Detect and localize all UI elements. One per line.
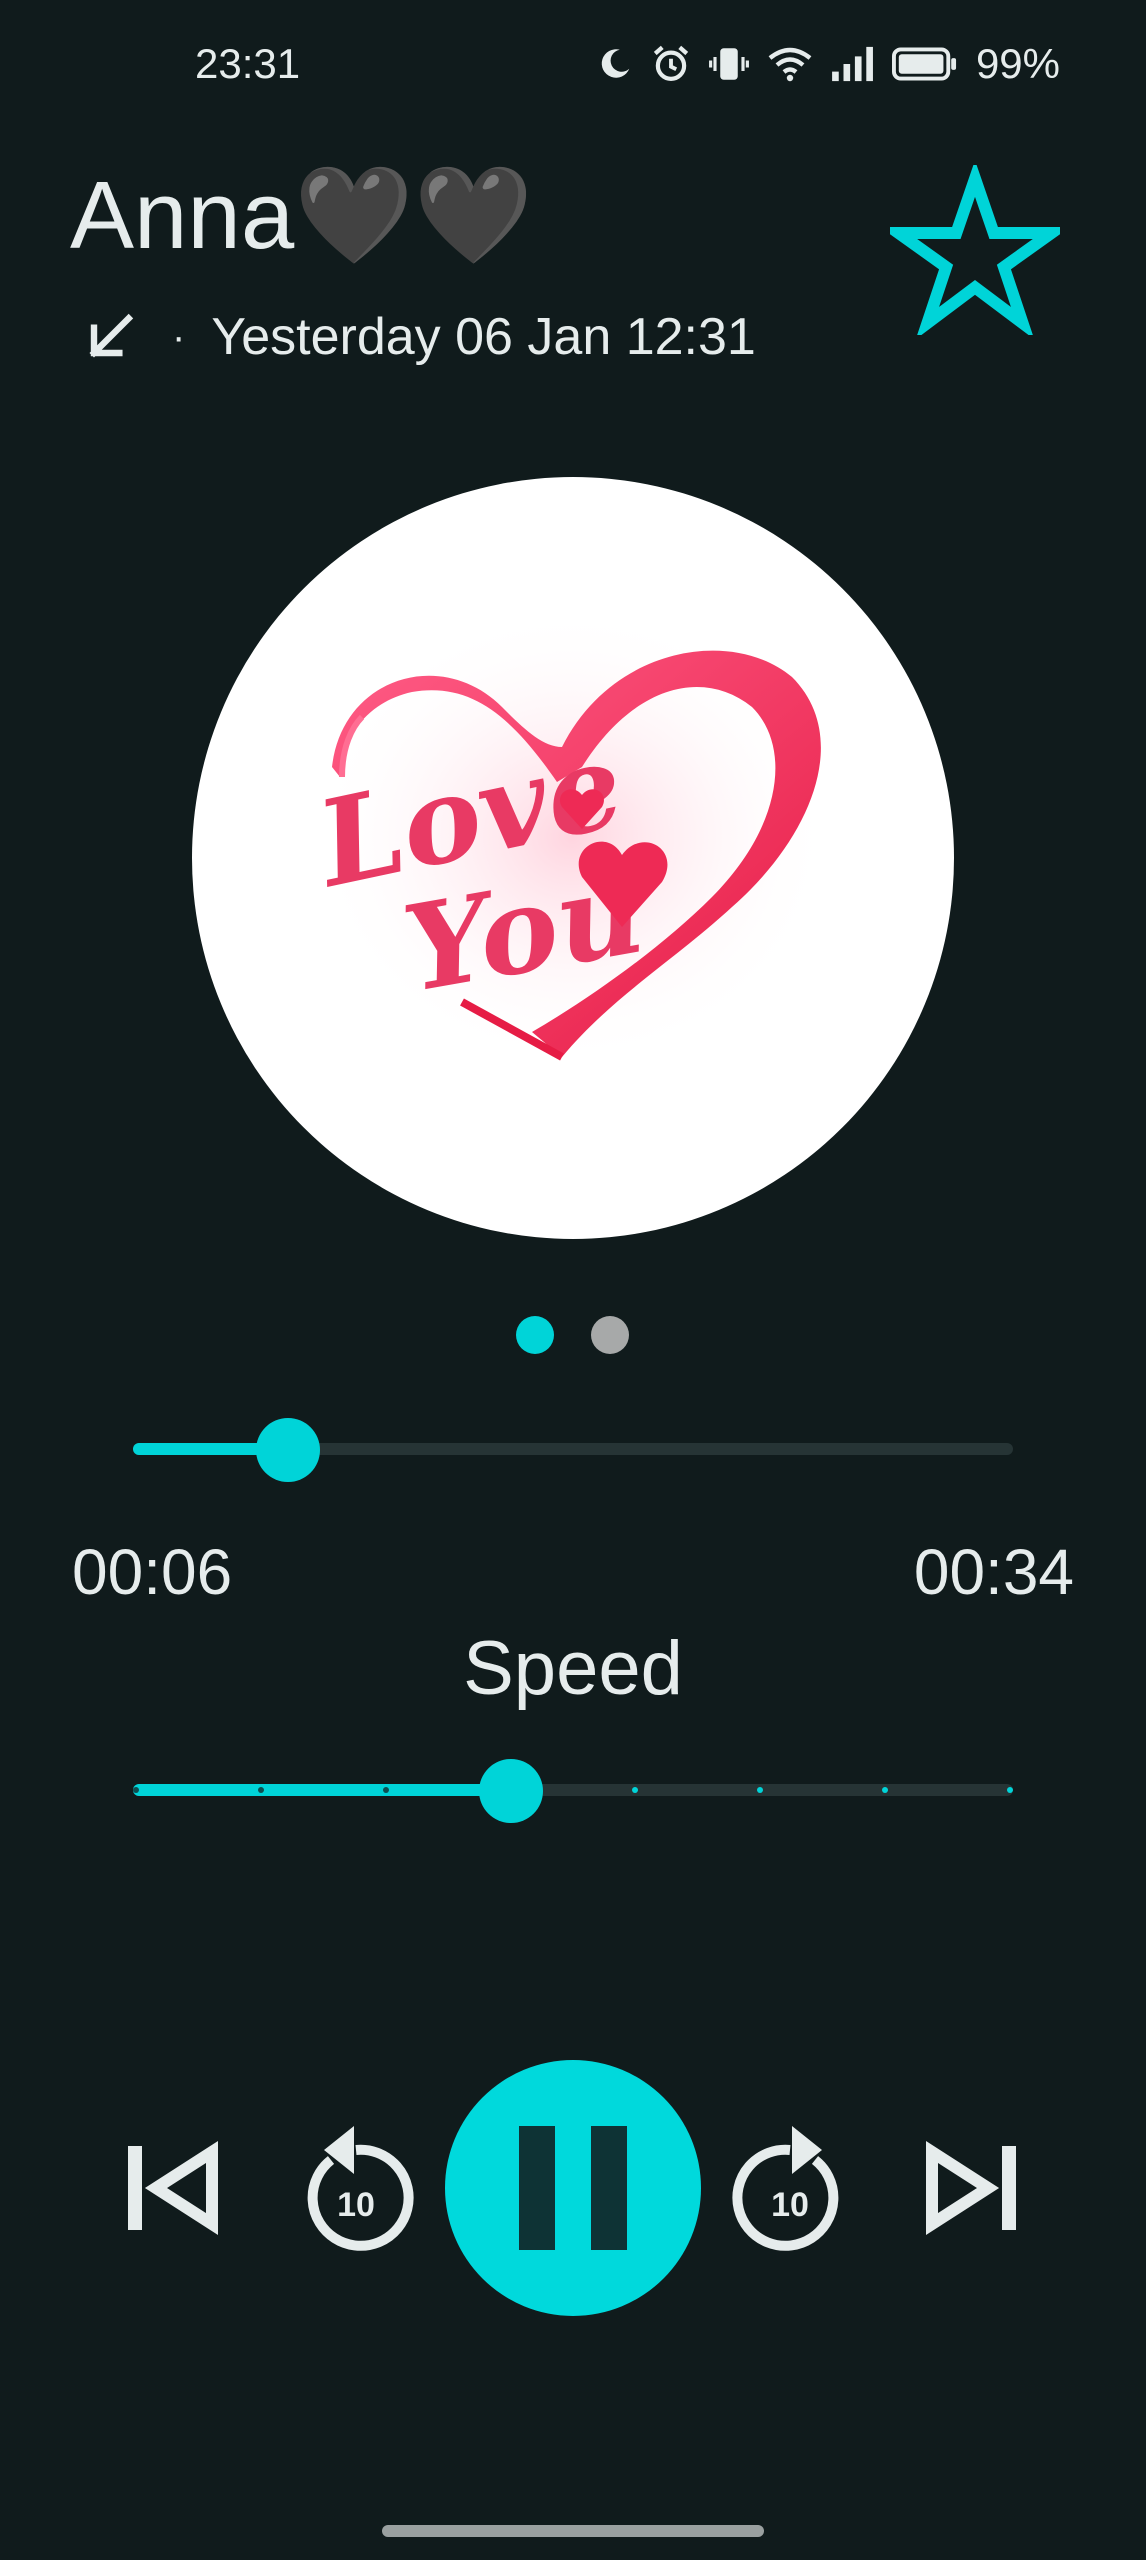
skip-next-icon (926, 2141, 1016, 2235)
play-pause-button[interactable] (445, 2060, 701, 2316)
next-button[interactable] (922, 2138, 1022, 2238)
signal-icon (832, 46, 873, 82)
wifi-icon (768, 47, 812, 82)
skip-previous-icon (128, 2141, 218, 2235)
speed-label: Speed (463, 1626, 683, 1711)
elapsed-time: 00:06 (72, 1536, 233, 1608)
contact-name: Anna🖤🖤 (70, 162, 534, 269)
forward-10-icon: 10 (732, 2126, 839, 2251)
forward-seconds-label: 10 (771, 2186, 809, 2224)
rewind-seconds-label: 10 (337, 2186, 375, 2224)
pause-icon (519, 2126, 627, 2250)
battery-percentage: 99% (975, 40, 1060, 87)
home-indicator[interactable] (382, 2525, 764, 2537)
speed-slider-fill (133, 1784, 511, 1796)
separator-dot: · (172, 314, 186, 359)
status-time: 23:31 (195, 40, 301, 87)
contact-artwork[interactable]: Love You (192, 477, 954, 1239)
replay-10-icon: 10 (307, 2126, 414, 2251)
incoming-call-arrow-icon (89, 313, 134, 358)
moon-icon (601, 49, 630, 78)
love-you-heart-image: Love You (304, 607, 832, 1067)
star-outline-icon (879, 160, 1071, 340)
status-icons: 99% (596, 36, 1060, 92)
page-indicator-dot-active[interactable] (516, 1316, 554, 1354)
speed-tick (133, 1787, 139, 1793)
call-info: · Yesterday 06 Jan 12:31 (78, 305, 756, 369)
call-timestamp: Yesterday 06 Jan 12:31 (211, 308, 756, 366)
alarm-icon (653, 45, 689, 81)
speed-tick (1007, 1787, 1013, 1793)
speed-tick (257, 1787, 264, 1793)
rewind-10-button[interactable]: 10 (296, 2112, 416, 2252)
playback-progress-thumb[interactable] (255, 1418, 320, 1482)
battery-icon (891, 47, 956, 81)
total-duration: 00:34 (913, 1536, 1074, 1608)
page-indicator-dot[interactable] (591, 1316, 629, 1354)
forward-10-button[interactable]: 10 (730, 2112, 850, 2252)
speed-slider-thumb[interactable] (478, 1759, 543, 1823)
favorite-star-button[interactable] (879, 160, 1071, 340)
vibrate-icon (708, 48, 749, 80)
speed-tick (382, 1787, 389, 1793)
previous-button[interactable] (122, 2138, 222, 2238)
